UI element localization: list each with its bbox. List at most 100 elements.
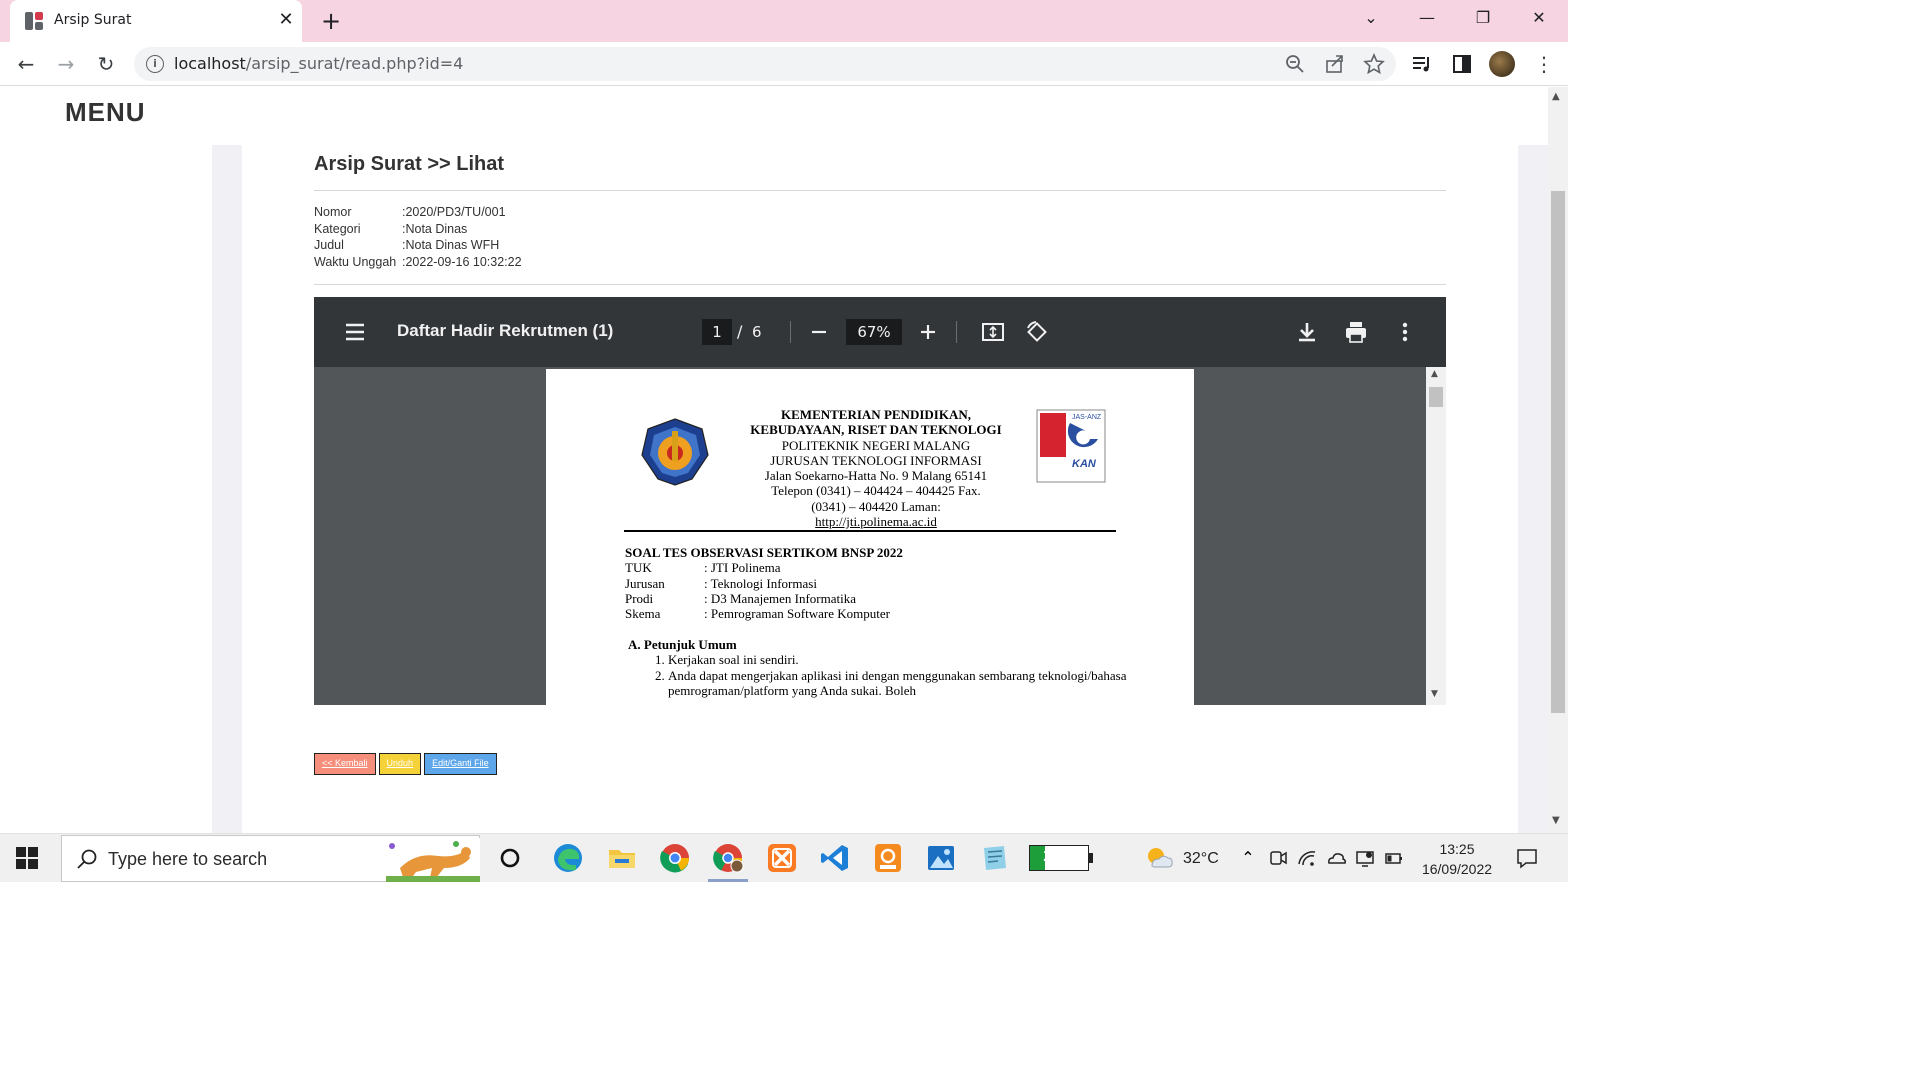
zoom-out-icon[interactable] xyxy=(1284,53,1306,75)
windows-start-icon[interactable] xyxy=(16,847,38,869)
minimize-button[interactable]: — xyxy=(1404,0,1450,36)
vscode-icon[interactable] xyxy=(819,842,851,874)
back-arrow-icon[interactable]: ← xyxy=(12,50,40,78)
clock-time: 13:25 xyxy=(1439,841,1475,857)
scroll-up-icon[interactable]: ▲ xyxy=(1552,91,1560,102)
letterhead-line: (0341) – 404420 Laman: xyxy=(811,498,941,514)
right-margin xyxy=(1518,145,1548,833)
download-button[interactable]: Unduh xyxy=(378,753,422,775)
exam-value: : D3 Manajemen Informatika xyxy=(704,590,856,606)
chrome-profile-icon[interactable] xyxy=(712,842,744,874)
restore-button[interactable]: ❐ xyxy=(1460,0,1506,36)
toolbar-divider xyxy=(790,321,791,343)
system-clock[interactable]: 13:25 16/09/2022 xyxy=(1412,839,1502,879)
meta-row-judul: Judul:Nota Dinas WFH xyxy=(314,238,522,255)
pdf-canvas[interactable]: KEMENTERIAN PENDIDIKAN, KEBUDAYAAN, RISE… xyxy=(314,367,1446,705)
browser-menu-icon[interactable]: ⋮ xyxy=(1530,50,1558,78)
instruction-item: Anda dapat mengerjakan aplikasi ini deng… xyxy=(668,668,1148,699)
cortana-icon[interactable] xyxy=(494,842,526,874)
notes-app-icon[interactable] xyxy=(978,842,1010,874)
url-host: localhost xyxy=(174,54,246,73)
pdf-total-pages: 6 xyxy=(752,323,762,341)
page-scrollbar[interactable]: ▲ ▼ xyxy=(1548,87,1568,833)
pdf-scroll-thumb[interactable] xyxy=(1429,387,1443,407)
scroll-down-icon[interactable]: ▼ xyxy=(1431,689,1438,699)
taskbar-search-box[interactable]: Type here to search xyxy=(61,835,480,882)
file-explorer-icon[interactable] xyxy=(606,842,638,874)
new-tab-button[interactable]: + xyxy=(318,7,344,35)
site-info-icon[interactable]: i xyxy=(146,55,164,73)
address-bar[interactable]: i localhost/arsip_surat/read.php?id=4 xyxy=(134,47,1396,81)
fit-page-icon[interactable] xyxy=(980,319,1006,345)
pdf-page-input[interactable]: 1 xyxy=(702,319,732,345)
exam-key: Skema xyxy=(625,606,661,622)
xampp-icon[interactable] xyxy=(766,842,798,874)
edit-file-button[interactable]: Edit/Ganti File xyxy=(424,753,497,775)
share-icon[interactable] xyxy=(1324,53,1346,75)
zoom-out-icon[interactable] xyxy=(806,319,832,345)
print-icon[interactable] xyxy=(1343,319,1369,345)
chrome-icon[interactable] xyxy=(659,842,691,874)
meet-now-icon[interactable] xyxy=(1268,848,1288,868)
meta-key: Judul xyxy=(314,238,344,252)
instruction-item: Kerjakan soal ini sendiri. xyxy=(668,652,1148,667)
pdf-scrollbar[interactable]: ▲ ▼ xyxy=(1426,367,1446,705)
pdf-viewer[interactable]: Daftar Hadir Rekrutmen (1) 1 / 6 67% KEM… xyxy=(314,297,1446,705)
weather-partly-cloudy-icon[interactable] xyxy=(1144,844,1174,870)
url-text[interactable]: localhost/arsip_surat/read.php?id=4 xyxy=(174,54,463,73)
forward-arrow-icon[interactable]: → xyxy=(52,50,80,78)
exam-key: TUK xyxy=(625,560,652,576)
edge-icon[interactable] xyxy=(552,842,584,874)
pdf-app-icon[interactable] xyxy=(872,842,904,874)
pdf-page-separator: / xyxy=(737,322,743,341)
pdf-menu-icon[interactable] xyxy=(344,321,366,343)
scroll-down-icon[interactable]: ▼ xyxy=(1552,815,1560,826)
display-settings-icon[interactable] xyxy=(1355,848,1375,868)
exam-key: Prodi xyxy=(625,590,654,606)
download-icon[interactable] xyxy=(1294,319,1320,345)
rotate-icon[interactable] xyxy=(1024,319,1050,345)
meta-value: :2022-09-16 10:32:22 xyxy=(402,254,522,269)
scroll-up-icon[interactable]: ▲ xyxy=(1431,369,1438,379)
pdf-zoom-input[interactable]: 67% xyxy=(846,319,902,345)
wifi-icon[interactable] xyxy=(1297,848,1317,868)
meta-key: Waktu Unggah xyxy=(314,254,397,269)
back-button[interactable]: << Kembali xyxy=(314,753,376,775)
media-control-icon[interactable] xyxy=(1410,52,1434,76)
exam-row: Prodi : D3 Manajemen Informatika xyxy=(625,591,903,606)
certification-logo-text: KAN xyxy=(1072,458,1097,470)
profile-avatar[interactable] xyxy=(1489,51,1515,77)
side-panel-icon[interactable] xyxy=(1450,52,1474,76)
exam-row: Jurusan: Teknologi Informasi xyxy=(625,576,903,591)
letter-metadata: Nomor:2020/PD3/TU/001 Kategori:Nota Dina… xyxy=(314,205,522,271)
notification-center-icon[interactable] xyxy=(1516,847,1538,869)
exam-info: SOAL TES OBSERVASI SERTIKOM BNSP 2022 TU… xyxy=(625,545,903,621)
url-path: /arsip_surat/read.php?id=4 xyxy=(245,54,464,73)
meta-key: Nomor xyxy=(314,205,352,219)
toolbar-divider xyxy=(956,321,957,343)
search-icon xyxy=(77,849,97,869)
exam-title: SOAL TES OBSERVASI SERTIKOM BNSP 2022 xyxy=(625,545,903,560)
browser-tab[interactable]: Arsip Surat ✕ xyxy=(10,0,302,42)
left-margin xyxy=(212,145,242,833)
battery-tray-icon[interactable] xyxy=(1384,848,1404,868)
zoom-in-icon[interactable] xyxy=(915,319,941,345)
section-title: A. Petunjuk Umum xyxy=(628,637,737,652)
battery-meter[interactable]: 26% xyxy=(1029,845,1093,871)
tab-search-chevron-icon[interactable]: ⌄ xyxy=(1348,0,1394,36)
pdf-more-icon[interactable] xyxy=(1392,319,1418,345)
photos-icon[interactable] xyxy=(925,842,957,874)
divider xyxy=(314,190,1446,191)
chevron-up-icon[interactable]: ⌃ xyxy=(1238,848,1258,868)
exam-row: TUK: JTI Polinema xyxy=(625,560,903,575)
certification-logo: JAS-ANZ KAN xyxy=(1036,409,1106,483)
menu-title[interactable]: MENU xyxy=(65,97,146,128)
tab-close-icon[interactable]: ✕ xyxy=(274,8,298,32)
onedrive-icon[interactable] xyxy=(1326,848,1346,868)
exam-row: Skema: Pemrograman Software Komputer xyxy=(625,606,903,621)
bookmark-star-icon[interactable] xyxy=(1363,53,1385,75)
close-window-button[interactable]: ✕ xyxy=(1516,0,1562,36)
reload-icon[interactable]: ↻ xyxy=(92,50,120,78)
page-scroll-thumb[interactable] xyxy=(1551,191,1565,713)
letterhead-line: JURUSAN TEKNOLOGI INFORMASI xyxy=(770,452,982,468)
